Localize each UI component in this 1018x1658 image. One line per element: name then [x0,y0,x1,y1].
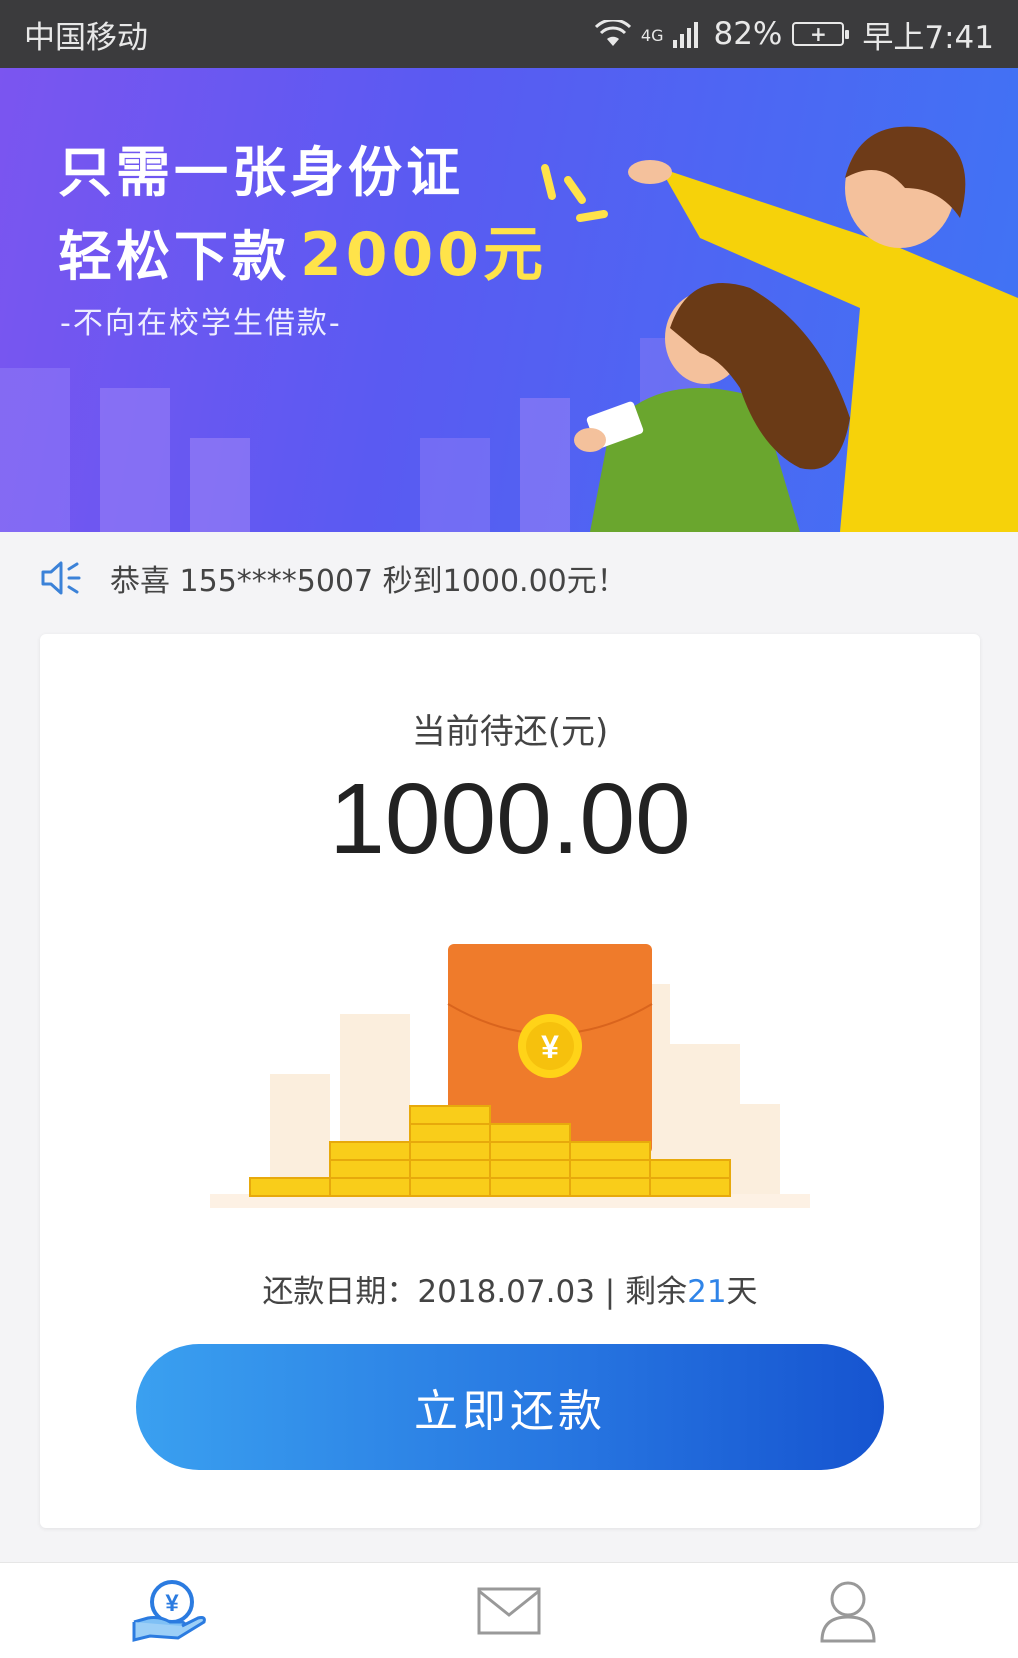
battery-percent: 82% [713,16,783,52]
signal-icon [673,22,699,48]
status-bar: 中国移动 4G 82% + 早上7:41 [0,0,1018,68]
notice-text: 恭喜 155****5007 秒到1000.00元！ [110,564,627,599]
due-date-text: 还款日期：2018.07.03 | 剩余 [262,1274,688,1310]
network-type: 4G [640,25,664,45]
banner-amount-highlight: 2000元 [300,220,547,290]
repay-now-button[interactable]: 立即还款 [136,1344,884,1470]
banner-headline-2: 轻松下款 2000元 [58,206,547,293]
pending-repayment-label: 当前待还(元) [411,712,609,752]
clock: 早上7:41 [862,19,994,56]
repayment-card: 当前待还(元) 1000.00 ¥ 还款日期：2018.07.03 | 剩余21… [40,634,980,1528]
user-icon [820,1581,876,1642]
loan-hand-icon: ¥ [132,1579,206,1642]
svg-text:¥: ¥ [165,1590,179,1617]
tab-profile[interactable] [679,1563,1018,1658]
status-icons: 4G 82% + 早上7:41 [594,12,994,57]
speaker-icon [41,561,81,595]
promo-banner[interactable]: 只需一张身份证 轻松下款 2000元 -不向在校学生借款- [0,68,1018,532]
carrier-name: 中国移动 [24,19,148,56]
red-envelope-coins-illustration: ¥ [210,944,810,1208]
envelope-yuan-symbol: ¥ [541,1029,559,1065]
tab-loan[interactable]: ¥ [0,1563,339,1658]
screen: 中国移动 4G 82% + 早上7:41 只需一张身份证 轻松下款 2000元 … [0,0,1018,1658]
battery-icon: + [792,22,850,46]
wifi-icon [594,20,631,46]
bottom-tab-bar: ¥ [0,1562,1018,1658]
due-date-info: 还款日期：2018.07.03 | 剩余21天 [40,1266,980,1311]
banner-line2-text: 轻松下款 [58,225,290,288]
days-unit: 天 [726,1274,758,1310]
mail-icon [477,1587,541,1634]
pending-repayment-amount: 1000.00 [329,763,691,875]
tab-messages[interactable] [339,1563,678,1658]
remaining-days: 21 [687,1274,727,1310]
notice-bar: 恭喜 155****5007 秒到1000.00元！ [0,532,1018,624]
banner-headline: 只需一张身份证 [58,141,464,204]
banner-subtitle: -不向在校学生借款- [60,306,342,341]
